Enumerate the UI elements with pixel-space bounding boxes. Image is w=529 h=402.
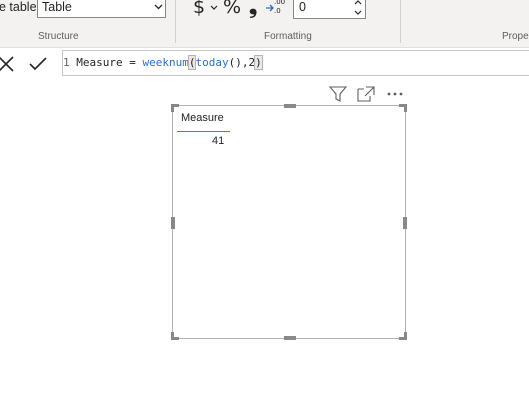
resize-handle-bottom[interactable] bbox=[284, 336, 296, 340]
data-category-label: e table bbox=[0, 0, 37, 14]
table-visual[interactable]: Measure 41 bbox=[171, 104, 407, 340]
spin-up-icon[interactable] bbox=[354, 0, 362, 5]
ribbon-divider bbox=[175, 0, 176, 43]
formula-function-today: today bbox=[195, 56, 229, 69]
formula-args: (),2 bbox=[228, 56, 256, 69]
commit-formula-icon[interactable] bbox=[28, 54, 48, 74]
spin-down-icon[interactable] bbox=[354, 10, 362, 16]
formula-bar: 1 Measure = weeknum(today(),2) bbox=[0, 48, 529, 79]
resize-handle-bottom-right[interactable] bbox=[404, 332, 407, 340]
formula-paren-highlight: ) bbox=[254, 55, 263, 70]
resize-handle-bottom-left[interactable] bbox=[171, 332, 174, 340]
svg-text:.0: .0 bbox=[274, 7, 281, 15]
chevron-down-icon[interactable] bbox=[210, 5, 218, 11]
dax-formula-input[interactable]: 1 Measure = weeknum(today(),2) bbox=[62, 50, 529, 76]
currency-format-button[interactable]: $ bbox=[193, 0, 205, 18]
decimal-places-input[interactable]: 0 bbox=[293, 0, 366, 19]
resize-handle-top[interactable] bbox=[284, 104, 296, 108]
ribbon: e table Table Structure $ % ❟ .00 .0 0 F… bbox=[0, 0, 529, 48]
more-options-icon[interactable] bbox=[386, 86, 404, 102]
formula-line-number: 1 bbox=[63, 56, 70, 69]
decimal-places-value: 0 bbox=[299, 0, 306, 14]
resize-handle-right[interactable] bbox=[403, 217, 407, 229]
comma-style-button[interactable]: ❟ bbox=[249, 0, 257, 19]
table-cell: 41 bbox=[212, 135, 225, 147]
properties-group-label: Prope bbox=[502, 31, 529, 42]
ribbon-divider bbox=[400, 0, 401, 43]
column-header-underline bbox=[177, 131, 230, 132]
formula-function-weeknum: weeknum bbox=[142, 56, 189, 69]
filter-icon[interactable] bbox=[329, 86, 347, 102]
svg-text:.00: .00 bbox=[274, 0, 285, 6]
percent-format-button[interactable]: % bbox=[223, 0, 241, 18]
data-type-dropdown[interactable]: Table bbox=[37, 0, 166, 18]
focus-mode-icon[interactable] bbox=[357, 86, 375, 102]
resize-handle-left[interactable] bbox=[171, 217, 175, 229]
decimal-places-icon[interactable]: .00 .0 bbox=[264, 0, 286, 16]
structure-group-label: Structure bbox=[38, 31, 79, 42]
table-column-header[interactable]: Measure bbox=[181, 112, 224, 124]
chevron-down-icon bbox=[154, 4, 163, 10]
resize-handle-top-right[interactable] bbox=[404, 104, 407, 112]
formula-text: Measure = bbox=[69, 56, 143, 69]
formatting-group-label: Formatting bbox=[264, 31, 312, 42]
cancel-formula-icon[interactable] bbox=[0, 54, 16, 74]
dropdown-value: Table bbox=[42, 0, 72, 14]
resize-handle-top-left[interactable] bbox=[171, 104, 174, 112]
